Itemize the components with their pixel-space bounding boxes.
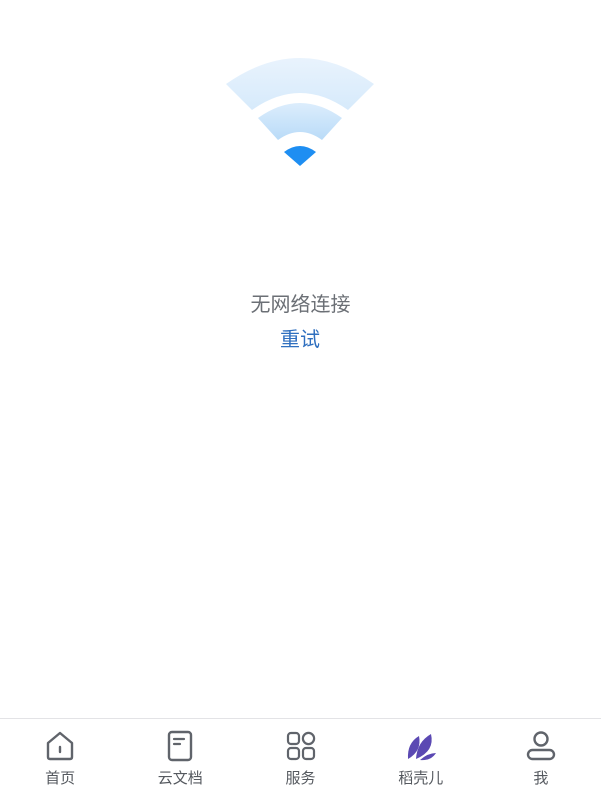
bottom-tab-bar: 首页 云文档 服务 稻壳儿 我 xyxy=(0,718,601,800)
tab-label: 云文档 xyxy=(157,769,203,787)
tab-daoke[interactable]: 稻壳儿 xyxy=(361,719,481,800)
no-network-page: 无网络连接 重试 首页 云文档 服务 稻壳儿 我 xyxy=(0,0,601,800)
tab-me[interactable]: 我 xyxy=(481,719,601,800)
tab-label: 我 xyxy=(533,769,549,787)
tab-cloud-docs[interactable]: 云文档 xyxy=(120,719,240,800)
daoke-leaf-icon xyxy=(407,734,436,761)
grid-icon xyxy=(286,731,315,761)
retry-button[interactable]: 重试 xyxy=(250,324,350,354)
user-icon xyxy=(526,731,556,761)
wifi-icon xyxy=(226,58,374,166)
tab-home[interactable]: 首页 xyxy=(0,719,120,800)
tab-label: 服务 xyxy=(285,769,316,787)
tab-label: 首页 xyxy=(45,769,76,787)
wifi-outer-arc xyxy=(226,58,374,110)
wifi-dot xyxy=(284,146,316,166)
tab-services[interactable]: 服务 xyxy=(240,719,360,800)
home-icon xyxy=(46,731,74,761)
tab-label: 稻壳儿 xyxy=(398,769,444,787)
no-network-message: 无网络连接 xyxy=(250,292,351,316)
wifi-middle-arc xyxy=(258,103,342,140)
document-icon xyxy=(168,730,193,762)
